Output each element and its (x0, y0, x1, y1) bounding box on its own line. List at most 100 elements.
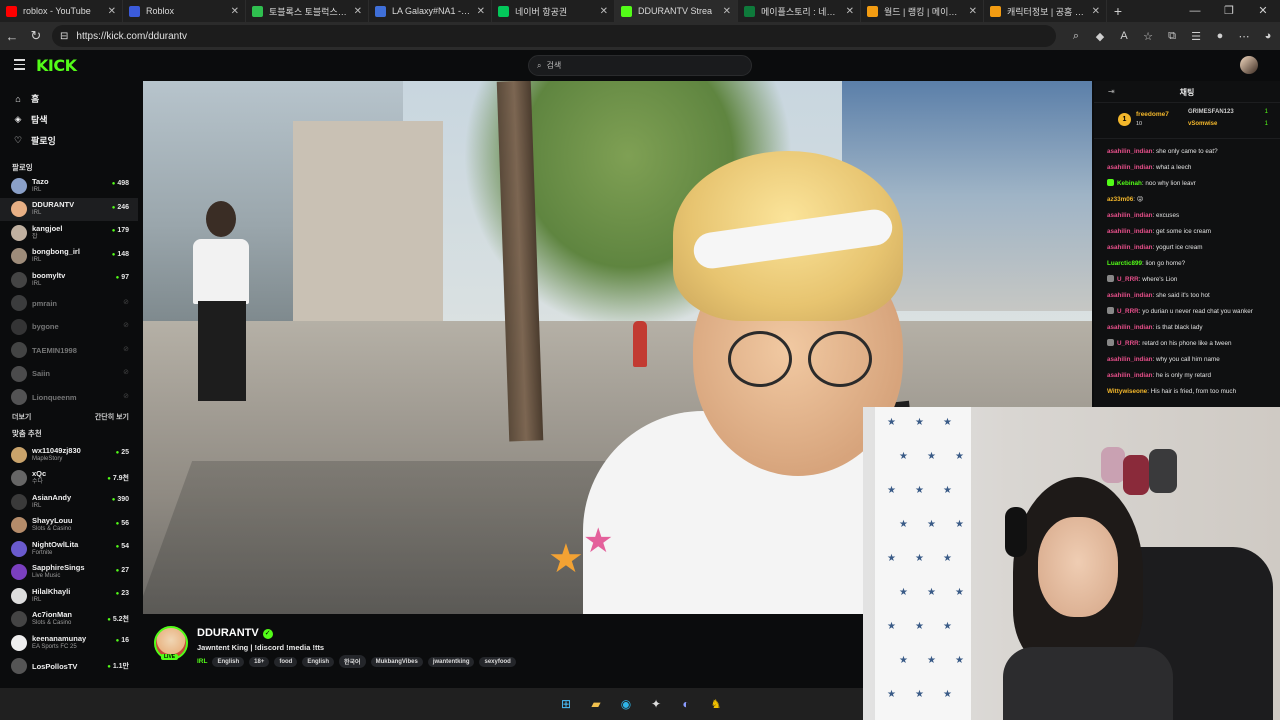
browser-tab[interactable]: 토블록스 토블럭스 추석 ✕ (246, 0, 369, 22)
menu-icon[interactable] (14, 59, 25, 73)
stream-tag[interactable]: English (212, 656, 245, 667)
browser-tab[interactable]: 캐릭터정보 | 공홈 | 메 ✕ (984, 0, 1107, 22)
stream-tag[interactable]: MukbangVibes (370, 656, 423, 667)
top-gifter-name[interactable]: freedome7 (1136, 111, 1169, 118)
edge-browser-icon[interactable]: ◉ (616, 694, 636, 714)
tab-close-icon[interactable]: ✕ (477, 6, 485, 17)
chat-username[interactable]: asahilin_indian (1107, 372, 1153, 379)
stream-tag[interactable]: English (302, 656, 335, 667)
favorite-icon[interactable]: ☆ (1140, 30, 1156, 43)
kick-logo[interactable]: KICK (36, 56, 77, 75)
tab-close-icon[interactable]: ✕ (969, 6, 977, 17)
discord-icon[interactable]: ◐ (676, 694, 696, 714)
browser-tab[interactable]: 월드 | 랭킹 | 메이플스 ✕ (861, 0, 984, 22)
channel-item[interactable]: Saiin ⊘ (0, 362, 138, 386)
back-icon[interactable]: ← (0, 29, 24, 44)
favorites-bar-icon[interactable]: ☰ (1188, 30, 1204, 43)
stream-tag[interactable]: jwantentking (427, 656, 475, 667)
chat-username[interactable]: Kebinah (1117, 180, 1142, 187)
browser-tab[interactable]: Roblox ✕ (123, 0, 246, 22)
url-field[interactable]: ⊟ https://kick.com/ddurantv (52, 25, 1056, 47)
channel-item[interactable]: kangjoel잡 179 (0, 221, 138, 245)
chat-username[interactable]: U_RRR (1117, 340, 1139, 347)
channel-item[interactable]: wx11049zj830MapleStory 25 (0, 443, 138, 467)
channel-item[interactable]: pmrain ⊘ (0, 292, 138, 316)
channel-item[interactable]: xQc수다 7.9천 (0, 467, 138, 491)
windows-start-icon[interactable]: ⊞ (556, 694, 576, 714)
show-more-link[interactable]: 더보기 (12, 409, 31, 427)
tab-close-icon[interactable]: ✕ (600, 6, 608, 17)
nav-item[interactable]: ♡ 팔로잉 (0, 130, 138, 151)
channel-name[interactable]: DDURANTV ✓ (197, 627, 273, 639)
profile-icon[interactable]: ● (1212, 30, 1228, 42)
chat-username[interactable]: asahilin_indian (1107, 324, 1153, 331)
chat-username[interactable]: asahilin_indian (1107, 356, 1153, 363)
site-info-icon[interactable]: ⊟ (60, 31, 68, 42)
stream-tag[interactable]: 한국어 (339, 655, 366, 668)
tab-close-icon[interactable]: ✕ (1092, 6, 1100, 17)
chat-username[interactable]: asahilin_indian (1107, 212, 1153, 219)
channel-item[interactable]: bygone ⊘ (0, 315, 138, 339)
chat-username[interactable]: asahilin_indian (1107, 244, 1153, 251)
channel-item[interactable]: SapphireSingsLive Music 27 (0, 561, 138, 585)
channel-item[interactable]: NightOwlLitaFortnite 54 (0, 537, 138, 561)
zoom-icon[interactable]: ⌕ (1068, 30, 1084, 43)
nav-item[interactable]: ⌂ 홈 (0, 88, 138, 109)
browser-tab[interactable]: 메이플스토리 : 네이버 ✕ (738, 0, 861, 22)
channel-item[interactable]: HilalKhayliIRL 23 (0, 584, 138, 608)
channel-item[interactable]: AsianAndyIRL 390 (0, 490, 138, 514)
channel-item[interactable]: ShayyLouuSlots & Casino 56 (0, 514, 138, 538)
second-gifter-name[interactable]: GRIMESFAN123 (1188, 109, 1234, 115)
tab-close-icon[interactable]: ✕ (723, 6, 731, 17)
channel-item[interactable]: LosPollosTV 1.1만 (0, 655, 138, 679)
tab-close-icon[interactable]: ✕ (354, 6, 362, 17)
file-explorer-icon[interactable]: ▰ (586, 694, 606, 714)
chat-username[interactable]: Luarctic899 (1107, 260, 1142, 267)
browser-tab[interactable]: 네이버 항공권 ✕ (492, 0, 615, 22)
channel-item[interactable]: bongbong_irlIRL 148 (0, 245, 138, 269)
reload-icon[interactable]: ↻ (24, 28, 48, 44)
chatgpt-icon[interactable]: ✦ (646, 694, 666, 714)
game-app-icon[interactable]: ♞ (706, 694, 726, 714)
chat-username[interactable]: U_RRR (1117, 276, 1139, 283)
split-screen-icon[interactable]: ⧉ (1164, 30, 1180, 43)
chat-username[interactable]: asahilin_indian (1107, 228, 1153, 235)
chat-username[interactable]: U_RRR (1117, 308, 1139, 315)
chat-username[interactable]: asahilin_indian (1107, 292, 1153, 299)
browser-tab[interactable]: DDURANTV Strea ✕ (615, 0, 738, 22)
close-window-icon[interactable]: ✕ (1246, 0, 1280, 22)
channel-item[interactable]: DDURANTVIRL 246 (0, 197, 138, 221)
maximize-icon[interactable]: ❐ (1212, 0, 1246, 22)
channel-item[interactable]: TazoIRL 498 (0, 174, 138, 198)
channel-item[interactable]: keenanamunayEA Sports FC 25 16 (0, 631, 138, 655)
chat-username[interactable]: az33m06 (1107, 196, 1133, 203)
browser-tab[interactable]: roblox - YouTube ✕ (0, 0, 123, 22)
search-input[interactable]: ⌕ 검색 (528, 55, 752, 76)
chat-username[interactable]: asahilin_indian (1107, 164, 1153, 171)
chat-username[interactable]: asahilin_indian (1107, 148, 1153, 155)
channel-item[interactable]: TAEMIN1998 ⊘ (0, 339, 138, 363)
tab-close-icon[interactable]: ✕ (231, 6, 239, 17)
channel-item[interactable]: Lionqueenm ⊘ (0, 386, 138, 410)
category-link[interactable]: IRL (197, 658, 207, 665)
third-gifter-name[interactable]: vSomwise (1188, 121, 1217, 127)
channel-item[interactable]: Ac7ionManSlots & Casino 5.2천 (0, 608, 138, 632)
tab-close-icon[interactable]: ✕ (108, 6, 116, 17)
stream-tag[interactable]: food (274, 656, 298, 667)
copilot-icon[interactable]: ◕ (1260, 30, 1276, 42)
stream-tag[interactable]: 18+ (249, 656, 270, 667)
read-aloud-icon[interactable]: A (1116, 30, 1132, 42)
channel-item[interactable]: boomyltvIRL 97 (0, 268, 138, 292)
user-avatar[interactable] (1240, 56, 1258, 74)
extension-icon[interactable]: ◆ (1092, 30, 1108, 43)
minimize-icon[interactable]: — (1178, 0, 1212, 22)
show-less-link[interactable]: 간단히 보기 (95, 409, 129, 427)
viewer-count: 179 (112, 227, 129, 234)
stream-tag[interactable]: sexyfood (479, 656, 516, 667)
more-icon[interactable]: ⋯ (1236, 30, 1252, 43)
chat-username[interactable]: Wittywiseone (1107, 388, 1147, 395)
browser-tab[interactable]: LA Galaxy#NA1 - Summ ✕ (369, 0, 492, 22)
nav-item[interactable]: ◈ 탐색 (0, 109, 138, 130)
new-tab-icon[interactable]: + (1107, 3, 1129, 19)
tab-close-icon[interactable]: ✕ (846, 6, 854, 17)
